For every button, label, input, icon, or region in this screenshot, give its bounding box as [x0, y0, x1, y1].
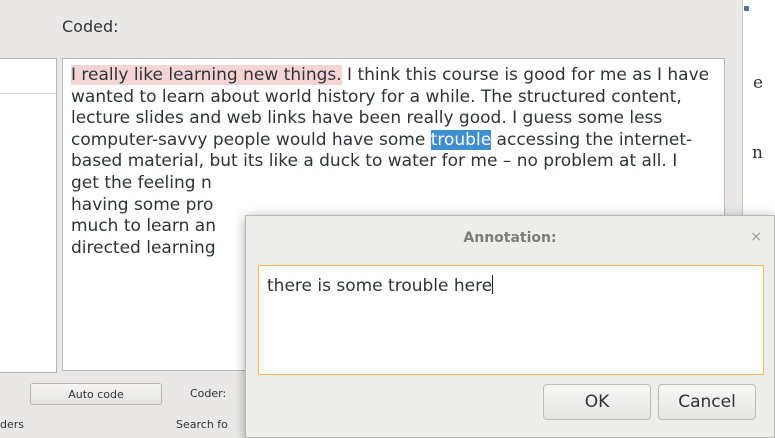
selected-text[interactable]: trouble [430, 129, 492, 150]
coded-segment[interactable]: I really like learning new things. [71, 65, 342, 85]
annotation-dialog: Annotation: × there is some trouble here… [245, 215, 775, 438]
text-line: get the feeling n [71, 172, 212, 193]
close-icon[interactable]: × [750, 228, 762, 246]
annotation-input[interactable]: there is some trouble here [258, 265, 764, 375]
coder-label: Coder: [190, 387, 227, 400]
window-title: Coded: [62, 17, 119, 36]
text-line: directed learning [71, 237, 216, 258]
annotation-input-value: there is some trouble here [267, 276, 493, 296]
window-indicator-icon [744, 6, 749, 11]
ok-button[interactable]: OK [543, 384, 651, 420]
search-label: Search fo [176, 418, 228, 431]
list-divider [0, 93, 56, 94]
cancel-button[interactable]: Cancel [658, 384, 756, 420]
background-text-fragment: n [752, 143, 763, 163]
text-caret [492, 275, 494, 294]
background-text-fragment: e [753, 73, 764, 93]
dialog-title: Annotation: [463, 230, 557, 246]
auto-code-button[interactable]: Auto code [30, 383, 162, 405]
text-line: much to learn an [71, 216, 216, 237]
folders-label: ders [0, 418, 25, 431]
codes-list-panel[interactable] [0, 58, 57, 373]
text-line: having some pro [71, 194, 214, 215]
